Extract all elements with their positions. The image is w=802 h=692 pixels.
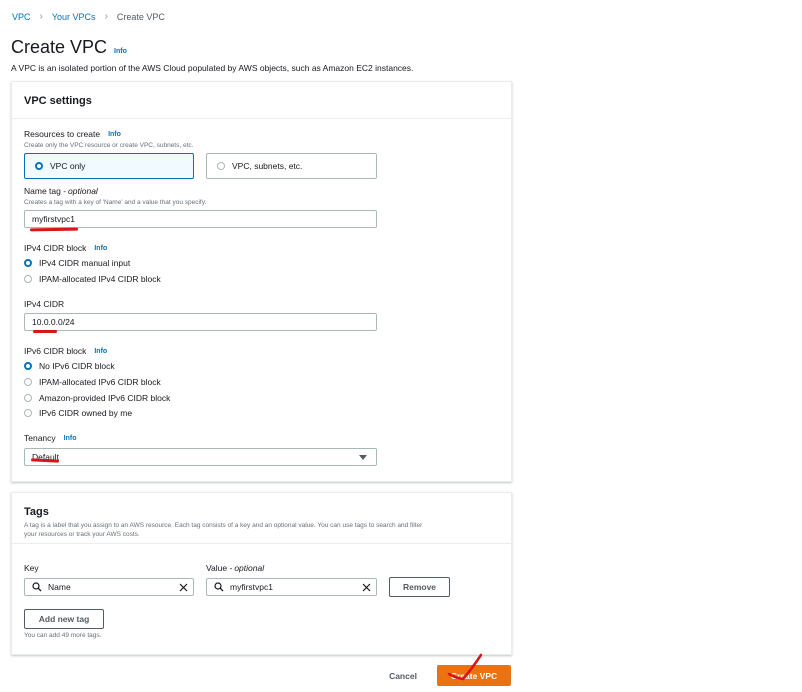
breadcrumb-link-vpc[interactable]: VPC <box>12 12 31 22</box>
radio-vpc-subnets[interactable] <box>217 162 225 170</box>
tenancy-info-link[interactable]: Info <box>64 435 77 442</box>
ipv4-block-info-link[interactable]: Info <box>94 245 107 252</box>
tile-vpc-only[interactable]: VPC only <box>24 153 194 179</box>
cancel-button[interactable]: Cancel <box>380 666 426 686</box>
breadcrumb: VPC › Your VPCs › Create VPC <box>12 11 165 22</box>
page-description: A VPC is an isolated portion of the AWS … <box>11 63 414 73</box>
name-tag-input[interactable]: myfirstvpc1 <box>24 210 377 228</box>
tags-panel: Tags A tag is a label that you assign to… <box>11 492 512 655</box>
tenancy-label-row: Tenancy Info <box>24 433 77 443</box>
annotation-underline <box>33 330 57 333</box>
radio-ipv6-owned[interactable]: IPv6 CIDR owned by me <box>24 408 132 418</box>
add-new-tag-button[interactable]: Add new tag <box>24 609 104 629</box>
name-tag-hint: Creates a tag with a key of 'Name' and a… <box>24 199 207 206</box>
radio-ipv4-ipam-input[interactable] <box>24 275 32 283</box>
name-tag-label-row: Name tag - optional <box>24 186 98 196</box>
tenancy-label: Tenancy <box>24 433 56 443</box>
radio-ipv6-amazon[interactable]: Amazon-provided IPv6 CIDR block <box>24 393 170 403</box>
tenancy-select[interactable]: Default <box>24 448 377 466</box>
radio-ipv6-ipam-label: IPAM-allocated IPv6 CIDR block <box>39 377 161 387</box>
tags-description-2: your resources or track your AWS costs. <box>24 531 140 538</box>
breadcrumb-current: Create VPC <box>116 11 165 22</box>
radio-ipv6-owned-input[interactable] <box>24 409 32 417</box>
tag-key-value: Name <box>48 582 71 592</box>
vpc-settings-header: VPC settings <box>12 82 511 119</box>
search-icon <box>214 582 224 592</box>
radio-ipv6-ipam[interactable]: IPAM-allocated IPv6 CIDR block <box>24 377 161 387</box>
tags-limit-hint: You can add 49 more tags. <box>24 632 102 639</box>
tag-value-value: myfirstvpc1 <box>230 582 273 592</box>
tags-description-1: A tag is a label that you assign to an A… <box>24 522 423 529</box>
resources-label-row: Resources to create Info <box>24 129 121 139</box>
clear-icon[interactable] <box>179 583 188 592</box>
radio-ipv4-ipam[interactable]: IPAM-allocated IPv4 CIDR block <box>24 274 161 284</box>
ipv4-cidr-label: IPv4 CIDR <box>24 299 65 309</box>
ipv4-block-label-row: IPv4 CIDR block Info <box>24 243 107 253</box>
radio-ipv6-owned-label: IPv6 CIDR owned by me <box>39 408 133 418</box>
tags-title: Tags <box>24 506 49 518</box>
radio-ipv6-none-input[interactable] <box>24 362 32 370</box>
name-tag-label: Name tag - <box>24 186 67 196</box>
tags-header: Tags A tag is a label that you assign to… <box>12 493 511 544</box>
chevron-right-icon: › <box>39 11 43 22</box>
radio-ipv4-manual-label: IPv4 CIDR manual input <box>39 258 131 268</box>
radio-ipv6-none[interactable]: No IPv6 CIDR block <box>24 361 115 371</box>
breadcrumb-link-your-vpcs[interactable]: Your VPCs <box>52 12 96 22</box>
radio-ipv4-ipam-label: IPAM-allocated IPv4 CIDR block <box>39 274 161 284</box>
tag-value-label: Value - <box>206 563 233 573</box>
chevron-right-icon: › <box>104 11 108 22</box>
resources-info-link[interactable]: Info <box>108 131 121 138</box>
ipv4-cidr-value: 10.0.0.0/24 <box>32 317 75 327</box>
radio-ipv4-manual[interactable]: IPv4 CIDR manual input <box>24 258 130 268</box>
ipv4-block-label: IPv4 CIDR block <box>24 243 87 253</box>
ipv6-block-label-row: IPv6 CIDR block Info <box>24 346 107 356</box>
page-title: Create VPC <box>11 37 108 57</box>
ipv6-block-label: IPv6 CIDR block <box>24 346 87 356</box>
ipv6-block-info-link[interactable]: Info <box>94 348 107 355</box>
tile-vpc-only-label: VPC only <box>50 161 86 171</box>
page-info-link[interactable]: Info <box>114 48 127 55</box>
name-tag-value: myfirstvpc1 <box>32 214 75 224</box>
resources-hint: Create only the VPC resource or create V… <box>24 142 194 149</box>
radio-ipv6-none-label: No IPv6 CIDR block <box>39 361 115 371</box>
annotation-checkmark <box>447 653 483 681</box>
remove-tag-button[interactable]: Remove <box>389 577 450 597</box>
ipv4-cidr-input[interactable]: 10.0.0.0/24 <box>24 313 377 331</box>
radio-ipv6-amazon-input[interactable] <box>24 394 32 402</box>
radio-ipv6-amazon-label: Amazon-provided IPv6 CIDR block <box>39 393 171 403</box>
tag-value-label-row: Value - optional <box>206 563 264 573</box>
tag-key-input[interactable]: Name <box>24 578 194 596</box>
radio-vpc-only[interactable] <box>35 162 43 170</box>
search-icon <box>32 582 42 592</box>
vpc-settings-title: VPC settings <box>24 95 92 107</box>
tag-value-optional: optional <box>234 563 265 573</box>
resources-label: Resources to create <box>24 129 101 139</box>
tile-vpc-subnets-label: VPC, subnets, etc. <box>232 161 303 171</box>
tag-key-label: Key <box>24 563 39 573</box>
caret-down-icon <box>359 455 367 460</box>
tile-vpc-subnets[interactable]: VPC, subnets, etc. <box>206 153 377 179</box>
radio-ipv4-manual-input[interactable] <box>24 259 32 267</box>
page-title-row: Create VPC Info <box>11 37 127 58</box>
tag-value-input[interactable]: myfirstvpc1 <box>206 578 377 596</box>
name-tag-optional: optional <box>68 186 98 196</box>
radio-ipv6-ipam-input[interactable] <box>24 378 32 386</box>
clear-icon[interactable] <box>362 583 371 592</box>
